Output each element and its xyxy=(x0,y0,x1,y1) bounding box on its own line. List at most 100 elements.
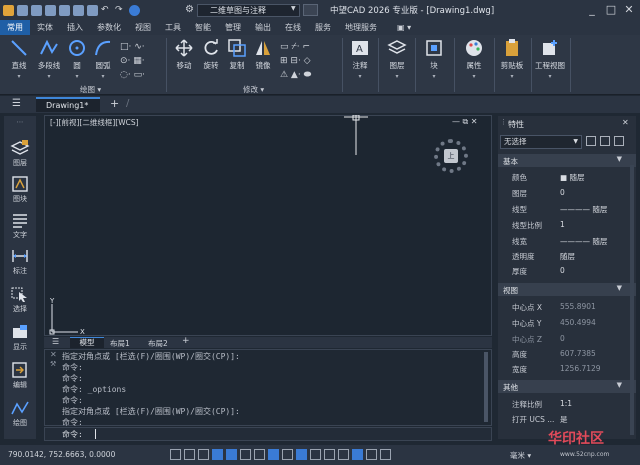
viewport-label[interactable]: [-][前视][二维线框][WCS] xyxy=(50,117,139,128)
prop-row[interactable]: 透明度 随层 xyxy=(498,248,636,263)
prop-row[interactable]: 中心点 Z0 xyxy=(498,331,636,346)
move-button[interactable]: 移动 xyxy=(170,38,198,71)
isolate-toggle[interactable] xyxy=(352,449,363,460)
section-view[interactable]: 视图 ▼ xyxy=(498,283,636,296)
print-icon[interactable] xyxy=(73,4,84,16)
open-file-icon[interactable] xyxy=(31,4,42,16)
minimize-icon[interactable]: _ xyxy=(585,3,599,17)
undo-icon[interactable]: ↶ xyxy=(101,5,112,16)
prop-row[interactable]: 中心点 Y 450.4994 xyxy=(498,315,636,330)
save-icon[interactable] xyxy=(45,4,56,16)
prop-row[interactable]: 线宽 ———— 随层 xyxy=(498,233,636,248)
menu-solid[interactable]: 实体 xyxy=(30,20,60,35)
block-button[interactable]: 块 ▾ xyxy=(419,38,449,80)
menu-smart[interactable]: 智能 xyxy=(188,20,218,35)
new-tab-icon[interactable]: + xyxy=(110,97,119,110)
tab-layout1[interactable]: 布局1 xyxy=(110,338,130,349)
hamburger-menu-icon[interactable]: ☰ xyxy=(12,98,21,109)
tab-layout2[interactable]: 布局2 xyxy=(148,338,168,349)
clean-screen-toggle[interactable] xyxy=(380,449,391,460)
hardware-toggle[interactable] xyxy=(366,449,377,460)
close-icon[interactable]: ✕ xyxy=(622,3,636,17)
command-input[interactable] xyxy=(44,427,492,441)
line-button[interactable]: 直线 ▾ xyxy=(4,38,34,80)
rotate-button[interactable]: 旋转 xyxy=(198,38,224,71)
ribbon-toggle-icon[interactable]: ▣ ▾ xyxy=(394,20,414,35)
menu-home[interactable]: 常用 xyxy=(0,20,30,35)
menu-output[interactable]: 输出 xyxy=(248,20,278,35)
tab-drawing1[interactable]: Drawing1* ✕ xyxy=(36,97,100,123)
prop-row[interactable]: 高度 607.7385 xyxy=(498,346,636,361)
redo-icon[interactable]: ↷ xyxy=(115,5,126,16)
prop-row[interactable]: 厚度 0 xyxy=(498,263,636,278)
help-icon[interactable] xyxy=(129,4,140,16)
properties-button[interactable]: 属性 ▾ xyxy=(458,38,490,80)
polar-toggle[interactable] xyxy=(212,449,223,460)
menu-tools[interactable]: 工具 xyxy=(158,20,188,35)
selection-cycle-toggle[interactable] xyxy=(310,449,321,460)
prop-row[interactable]: 宽度 1256.7129 xyxy=(498,361,636,376)
annotate-button[interactable]: A 注释 ▾ xyxy=(345,38,375,80)
menu-geo[interactable]: 地理服务 xyxy=(338,20,384,35)
prop-row[interactable]: 中心点 X 555.8901 xyxy=(498,299,636,314)
workspace-select[interactable]: 二维草图与注释 xyxy=(197,4,300,17)
menu-parametric[interactable]: 参数化 xyxy=(90,20,128,35)
left-tool-select[interactable]: 选择 xyxy=(4,286,36,314)
add-layout-icon[interactable]: + xyxy=(182,336,190,346)
chevron-down-icon[interactable]: ▼ xyxy=(291,5,296,12)
left-tool-edit[interactable]: 编辑 xyxy=(4,362,36,390)
circle-button[interactable]: 圆 ▾ xyxy=(64,38,90,80)
osnap-toggle[interactable] xyxy=(226,449,237,460)
viewport-controls[interactable]: — ⧉ ✕ xyxy=(452,117,478,127)
section-other[interactable]: 其他 ▼ xyxy=(498,380,636,393)
layout-menu-icon[interactable]: ☰ xyxy=(52,337,59,346)
dynamic-input-toggle[interactable] xyxy=(268,449,279,460)
modify-small-tools[interactable]: ▭ ⌿· ⌐ ⊞ ⊟· ◇ ⚠ ▲· ⬬ xyxy=(280,40,311,82)
view-cube-face[interactable]: 上 xyxy=(444,149,458,163)
prop-row[interactable]: 图层 0 xyxy=(498,185,636,200)
grid-toggle[interactable] xyxy=(170,449,181,460)
left-tool-block[interactable]: 图块 xyxy=(4,176,36,204)
new-file-icon[interactable] xyxy=(17,4,28,16)
select-objects-icon[interactable] xyxy=(600,136,610,146)
ortho-toggle[interactable] xyxy=(198,449,209,460)
transparency-toggle[interactable] xyxy=(296,449,307,460)
menu-insert[interactable]: 插入 xyxy=(60,20,90,35)
arc-button[interactable]: 圆弧 ▾ xyxy=(90,38,116,80)
save-as-icon[interactable] xyxy=(59,4,70,16)
gear-icon[interactable]: ⚙ xyxy=(185,4,194,15)
menu-manage[interactable]: 管理 xyxy=(218,20,248,35)
clipboard-button[interactable]: 剪贴板 ▾ xyxy=(497,38,527,80)
mirror-button[interactable]: 镜像 xyxy=(250,38,276,71)
units-dropdown[interactable]: 毫米 ▾ xyxy=(510,450,531,461)
left-tool-text[interactable]: 文字 xyxy=(4,212,36,240)
menu-service[interactable]: 服务 xyxy=(308,20,338,35)
close-command-icon[interactable]: ✕ xyxy=(50,350,57,359)
prop-row[interactable]: 颜色 ■ 随层 xyxy=(498,169,636,184)
menu-view[interactable]: 视图 xyxy=(128,20,158,35)
dyn-ucs-toggle[interactable] xyxy=(254,449,265,460)
toggle-pickadd-icon[interactable] xyxy=(586,136,596,146)
annotation-toggle[interactable] xyxy=(324,449,335,460)
selection-dropdown[interactable]: 无选择 ▼ xyxy=(500,135,582,149)
properties-scrollbar[interactable] xyxy=(630,165,634,435)
lineweight-toggle[interactable] xyxy=(282,449,293,460)
otrack-toggle[interactable] xyxy=(240,449,251,460)
layer-button[interactable]: 图层 ▾ xyxy=(382,38,412,80)
tab-model[interactable]: 模型 xyxy=(70,337,104,348)
command-scrollbar[interactable] xyxy=(484,352,488,422)
section-basic[interactable]: 基本 ▼ xyxy=(498,154,636,167)
left-tool-dimension[interactable]: 标注 xyxy=(4,248,36,276)
left-tool-layer[interactable]: 图层 xyxy=(4,140,36,168)
left-tool-draw[interactable]: 绘图 xyxy=(4,400,36,428)
copy-button[interactable]: 复制 xyxy=(224,38,250,71)
draw-small-tools[interactable]: □· ∿· ⊙· ▦· ◌· ▭· xyxy=(120,40,145,82)
prop-row[interactable]: 打开 UCS ... 是 xyxy=(498,411,636,426)
prop-row[interactable]: 线型比例 1 xyxy=(498,217,636,232)
prop-row[interactable]: 线型 ———— 随层 xyxy=(498,201,636,216)
wrench-icon[interactable]: ⚒ xyxy=(50,360,56,368)
workspace-toggle[interactable] xyxy=(338,449,349,460)
drawing-view-button[interactable]: 工程视图 ▾ xyxy=(533,38,567,80)
menu-online[interactable]: 在线 xyxy=(278,20,308,35)
plot-preview-icon[interactable] xyxy=(87,4,98,16)
